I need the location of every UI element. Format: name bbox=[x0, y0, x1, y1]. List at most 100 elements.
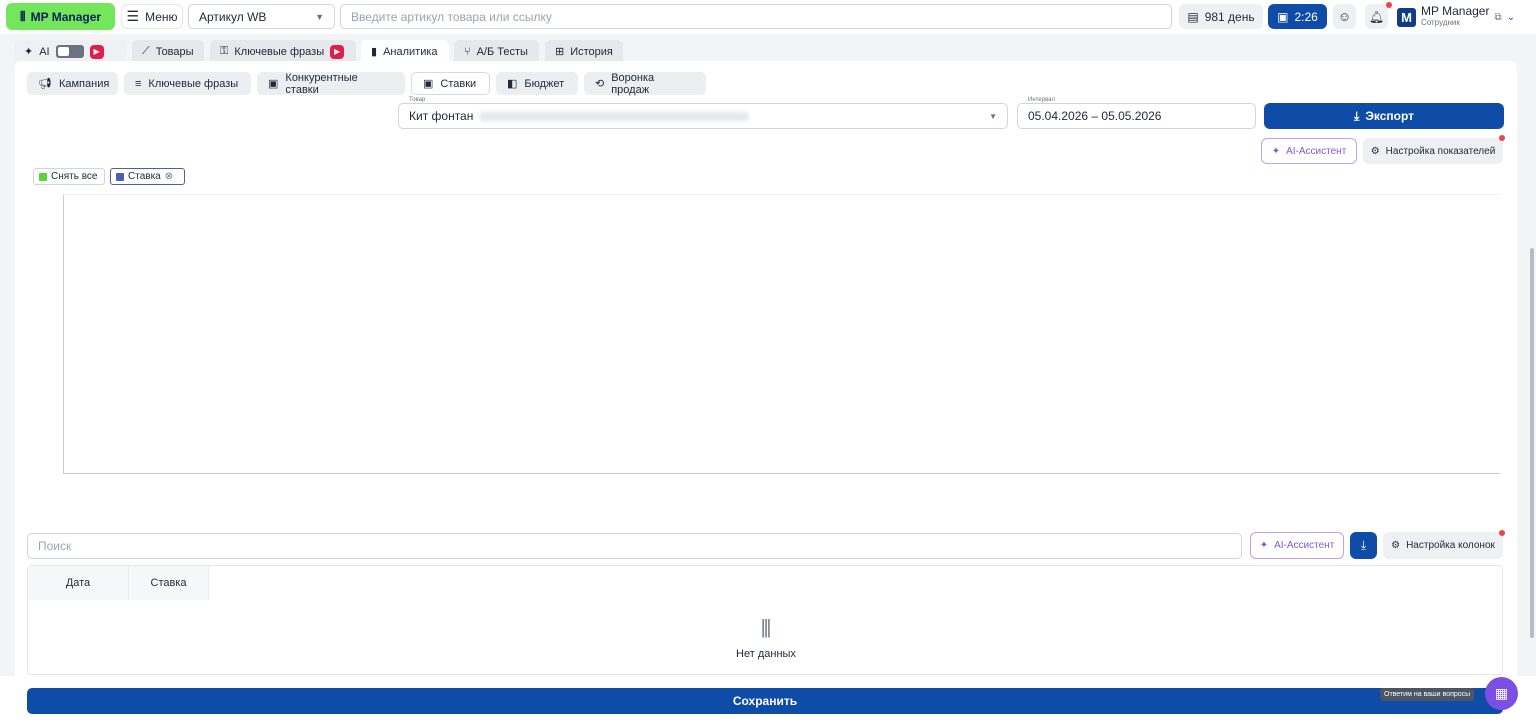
money-icon: ▣ bbox=[268, 78, 279, 90]
timer-label: 2:26 bbox=[1294, 9, 1318, 24]
video-icon: ▣ bbox=[1277, 9, 1289, 24]
tab-keywords[interactable]: ⚿ Ключевые фразы ▶ bbox=[210, 40, 356, 63]
interval-picker[interactable]: Интервал 05.04.2026 – 05.05.2026 bbox=[1017, 97, 1256, 129]
wallet-icon: ◧ bbox=[507, 78, 518, 90]
caret-down-icon: ▼ bbox=[989, 111, 997, 121]
money-icon: ▣ bbox=[423, 78, 434, 90]
subtab-bids[interactable]: ▣ Ставки bbox=[411, 72, 490, 95]
notifications-button[interactable]: 🔔︎ bbox=[1365, 4, 1388, 29]
tab-products[interactable]: ⟋ Товары bbox=[132, 40, 204, 63]
tab-history[interactable]: ⊞ История bbox=[545, 40, 623, 63]
table-search-input[interactable]: Поиск bbox=[27, 533, 1242, 559]
deselect-all-chip[interactable]: Снять все bbox=[33, 168, 105, 185]
interval-value: 05.04.2026 – 05.05.2026 bbox=[1028, 109, 1162, 123]
series-chip-bid[interactable]: Ставка ⊗ bbox=[110, 168, 185, 185]
tab-ab-tests[interactable]: ⑂ А/Б Тесты bbox=[454, 40, 539, 63]
column-header-date[interactable]: Дата bbox=[28, 566, 129, 600]
blurred-product-name bbox=[479, 111, 750, 121]
column-header-date-label: Дата bbox=[65, 577, 91, 589]
metrics-settings-label: Настройка показателей bbox=[1385, 145, 1496, 157]
column-header-bid[interactable]: Ставка bbox=[129, 566, 209, 600]
user-name: MP Manager bbox=[1421, 4, 1490, 18]
bar-chart-icon: ▮ bbox=[371, 46, 378, 58]
chat-tooltip: Ответим на ваши вопросы bbox=[1380, 688, 1475, 701]
series-chip-label: Ставка bbox=[128, 171, 161, 182]
column-header-bid-label: Ставка bbox=[150, 577, 187, 589]
history-icon: ⊞ bbox=[555, 46, 565, 58]
article-type-select[interactable]: Артикул WB ▼ bbox=[188, 4, 335, 29]
settings-dot bbox=[1499, 135, 1505, 141]
product-field-label: Товар bbox=[407, 97, 428, 103]
barcode-icon: ⦀ bbox=[19, 8, 26, 24]
tab-history-label: История bbox=[570, 45, 613, 58]
subtab-keywords[interactable]: ≡ Ключевые фразы bbox=[124, 72, 251, 95]
article-search-input[interactable]: Введите артикул товара или ссылку bbox=[340, 4, 1172, 29]
split-icon: ⑂ bbox=[464, 45, 471, 58]
chat-tooltip-text: Ответим на ваши вопросы bbox=[1384, 691, 1471, 698]
play-badge-icon: ▶ bbox=[89, 44, 104, 59]
subtab-budget[interactable]: ◧ Бюджет bbox=[496, 72, 578, 95]
ai-assistant-label: AI-Ассистент bbox=[1286, 145, 1347, 157]
close-icon[interactable]: ⊗ bbox=[165, 171, 173, 182]
subtab-sales-funnel[interactable]: ⟲ Воронка продаж bbox=[584, 71, 706, 96]
save-button[interactable]: Сохранить bbox=[27, 688, 1503, 714]
bids-chart bbox=[63, 195, 1500, 474]
menu-label: Меню bbox=[145, 9, 178, 24]
download-icon: ⤓ bbox=[1360, 538, 1367, 552]
subtab-sales-funnel-label: Воронка продаж bbox=[611, 71, 655, 96]
subtab-campaign-label: Кампания bbox=[58, 77, 110, 90]
page-scrollbar[interactable] bbox=[1530, 248, 1534, 638]
columns-settings-button[interactable]: ⚙ Настройка колонок bbox=[1383, 532, 1503, 559]
video-timer-button[interactable]: ▣ 2:26 bbox=[1268, 4, 1327, 29]
ai-toggle[interactable] bbox=[55, 45, 84, 58]
bell-icon: 🔔︎ bbox=[1368, 9, 1385, 24]
chat-icon: ▦ bbox=[1494, 685, 1509, 701]
tab-ab-tests-label: А/Б Тесты bbox=[476, 45, 528, 58]
tab-keywords-label: Ключевые фразы bbox=[234, 45, 325, 58]
chevron-down-icon[interactable]: ⌄ bbox=[1507, 12, 1515, 23]
empty-state-text: Нет данных bbox=[736, 648, 796, 660]
table-ai-assistant-button[interactable]: ✦ AI-Ассистент bbox=[1250, 532, 1344, 559]
emoji-button[interactable]: ☺ bbox=[1333, 4, 1356, 29]
hamburger-icon: ☰ bbox=[126, 8, 140, 24]
subtab-budget-label: Бюджет bbox=[524, 77, 565, 90]
metrics-settings-button[interactable]: ⚙ Настройка показателей bbox=[1363, 138, 1503, 164]
menu-button[interactable]: ☰ Меню bbox=[121, 4, 183, 29]
list-icon: ≡ bbox=[135, 77, 142, 90]
subtab-campaign[interactable]: 📢︎ Кампания bbox=[27, 72, 118, 95]
smile-icon: ☺ bbox=[1337, 9, 1352, 24]
support-chat-button[interactable]: ▦ bbox=[1485, 677, 1518, 710]
notification-dot bbox=[1386, 2, 1392, 8]
logo-button[interactable]: ⦀ MP Manager bbox=[6, 3, 115, 30]
play-badge-icon: ▶ bbox=[330, 44, 345, 59]
subtab-competitor-bids[interactable]: ▣ Конкурентные ставки bbox=[257, 72, 405, 96]
export-button[interactable]: ⤓ Экспорт bbox=[1264, 103, 1504, 129]
table-search-placeholder: Поиск bbox=[38, 539, 72, 553]
key-icon: ⚿ bbox=[220, 45, 229, 57]
barcode-icon: ⦀ bbox=[760, 616, 772, 643]
days-label: 981 день bbox=[1204, 9, 1255, 24]
calendar-icon: ▤ bbox=[1187, 9, 1199, 24]
sparkle-icon: ✦ bbox=[24, 46, 34, 58]
product-select[interactable]: Товар Кит фонтан ▼ bbox=[398, 97, 1008, 129]
tab-ai[interactable]: ✦ AI ▶ bbox=[14, 40, 126, 63]
subtab-bids-label: Ставки bbox=[440, 77, 477, 90]
sparkle-icon: ✦ bbox=[1271, 145, 1281, 157]
copy-icon[interactable]: ⧉ bbox=[1494, 12, 1501, 23]
interval-field-label: Интервал bbox=[1026, 97, 1057, 103]
ai-assistant-button[interactable]: ✦ AI-Ассистент bbox=[1261, 138, 1357, 164]
subscription-days-button[interactable]: ▤ 981 день bbox=[1179, 4, 1263, 29]
tab-analytics[interactable]: ▮ Аналитика bbox=[361, 40, 449, 63]
gear-icon: ⚙ bbox=[1370, 145, 1380, 157]
deselect-color-swatch bbox=[39, 172, 47, 181]
tab-analytics-label: Аналитика bbox=[383, 45, 438, 58]
user-menu[interactable]: M MP Manager Сотрудник ⧉ ⌄ bbox=[1397, 3, 1527, 31]
table-download-button[interactable]: ⤓ bbox=[1350, 532, 1377, 559]
product-value: Кит фонтан bbox=[409, 109, 474, 123]
funnel-icon: ⟲ bbox=[595, 78, 605, 90]
gear-icon: ⚙ bbox=[1391, 540, 1401, 551]
tab-ai-label: AI bbox=[39, 45, 50, 58]
columns-settings-dot bbox=[1499, 530, 1505, 536]
line-chart-icon: ⟋ bbox=[142, 45, 150, 57]
caret-down-icon: ▼ bbox=[315, 11, 324, 22]
